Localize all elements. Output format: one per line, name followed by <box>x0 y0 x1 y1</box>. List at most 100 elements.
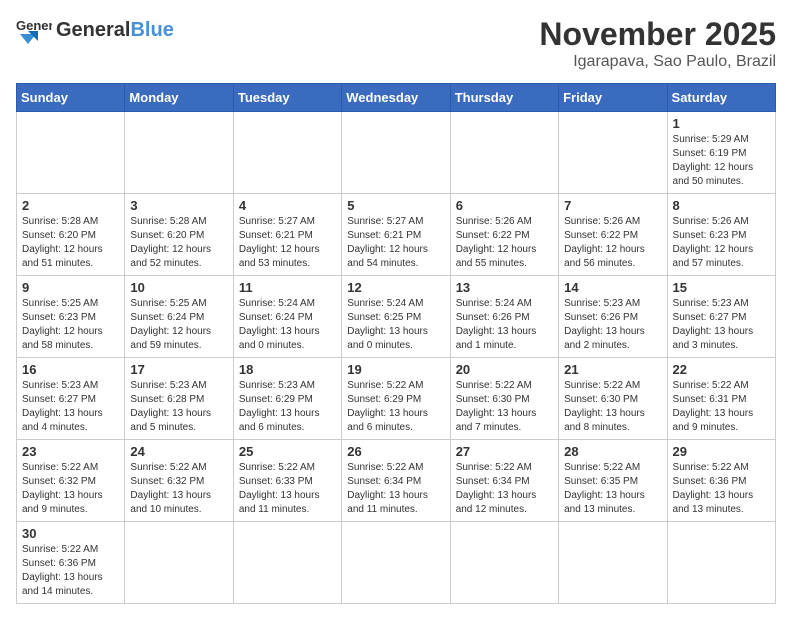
calendar-cell: 23 Sunrise: 5:22 AM Sunset: 6:32 PM Dayli… <box>17 440 125 522</box>
day-number: 28 <box>564 444 661 459</box>
day-number: 30 <box>22 526 119 541</box>
day-number: 20 <box>456 362 553 377</box>
day-info: Sunrise: 5:22 AM Sunset: 6:29 PM Dayligh… <box>347 379 444 435</box>
day-number: 23 <box>22 444 119 459</box>
day-number: 14 <box>564 280 661 295</box>
calendar-cell: 12 Sunrise: 5:24 AM Sunset: 6:25 PM Dayli… <box>342 276 450 358</box>
day-info: Sunrise: 5:24 AM Sunset: 6:26 PM Dayligh… <box>456 297 553 353</box>
day-info: Sunrise: 5:22 AM Sunset: 6:30 PM Dayligh… <box>564 379 661 435</box>
calendar-cell: 29 Sunrise: 5:22 AM Sunset: 6:36 PM Dayli… <box>667 440 775 522</box>
day-number: 12 <box>347 280 444 295</box>
day-info: Sunrise: 5:22 AM Sunset: 6:32 PM Dayligh… <box>22 461 119 517</box>
weekday-header-thursday: Thursday <box>450 84 558 112</box>
day-info: Sunrise: 5:22 AM Sunset: 6:36 PM Dayligh… <box>22 543 119 599</box>
weekday-header-friday: Friday <box>559 84 667 112</box>
day-number: 15 <box>673 280 770 295</box>
weekday-header-wednesday: Wednesday <box>342 84 450 112</box>
day-number: 7 <box>564 198 661 213</box>
day-info: Sunrise: 5:25 AM Sunset: 6:24 PM Dayligh… <box>130 297 227 353</box>
day-number: 8 <box>673 198 770 213</box>
calendar-cell: 28Sunrise: 5:22 AM Sunset: 6:35 PM Dayli… <box>559 440 667 522</box>
calendar-cell: 22Sunrise: 5:22 AM Sunset: 6:31 PM Dayli… <box>667 358 775 440</box>
calendar-cell: 27 Sunrise: 5:22 AM Sunset: 6:34 PM Dayli… <box>450 440 558 522</box>
day-number: 11 <box>239 280 336 295</box>
day-info: Sunrise: 5:22 AM Sunset: 6:33 PM Dayligh… <box>239 461 336 517</box>
week-row-6: 30 Sunrise: 5:22 AM Sunset: 6:36 PM Dayli… <box>17 522 776 604</box>
calendar-cell: 10 Sunrise: 5:25 AM Sunset: 6:24 PM Dayli… <box>125 276 233 358</box>
day-info: Sunrise: 5:25 AM Sunset: 6:23 PM Dayligh… <box>22 297 119 353</box>
calendar-cell: 26Sunrise: 5:22 AM Sunset: 6:34 PM Dayli… <box>342 440 450 522</box>
week-row-3: 9 Sunrise: 5:25 AM Sunset: 6:23 PM Daylig… <box>17 276 776 358</box>
weekday-header-row: SundayMondayTuesdayWednesdayThursdayFrid… <box>17 84 776 112</box>
day-number: 6 <box>456 198 553 213</box>
calendar-cell <box>125 112 233 194</box>
day-info: Sunrise: 5:29 AM Sunset: 6:19 PM Dayligh… <box>673 133 770 189</box>
day-info: Sunrise: 5:24 AM Sunset: 6:24 PM Dayligh… <box>239 297 336 353</box>
day-info: Sunrise: 5:23 AM Sunset: 6:28 PM Dayligh… <box>130 379 227 435</box>
calendar-cell: 13Sunrise: 5:24 AM Sunset: 6:26 PM Dayli… <box>450 276 558 358</box>
day-number: 2 <box>22 198 119 213</box>
calendar-cell <box>559 112 667 194</box>
day-number: 10 <box>130 280 227 295</box>
calendar-cell: 15Sunrise: 5:23 AM Sunset: 6:27 PM Dayli… <box>667 276 775 358</box>
calendar-cell: 1Sunrise: 5:29 AM Sunset: 6:19 PM Daylig… <box>667 112 775 194</box>
calendar-cell: 25 Sunrise: 5:22 AM Sunset: 6:33 PM Dayli… <box>233 440 341 522</box>
day-info: Sunrise: 5:23 AM Sunset: 6:29 PM Dayligh… <box>239 379 336 435</box>
calendar-cell: 6Sunrise: 5:26 AM Sunset: 6:22 PM Daylig… <box>450 194 558 276</box>
calendar-cell <box>667 522 775 604</box>
title-area: November 2025 Igarapava, Sao Paulo, Braz… <box>539 16 776 71</box>
day-number: 3 <box>130 198 227 213</box>
calendar-cell: 20 Sunrise: 5:22 AM Sunset: 6:30 PM Dayli… <box>450 358 558 440</box>
day-info: Sunrise: 5:22 AM Sunset: 6:32 PM Dayligh… <box>130 461 227 517</box>
calendar-cell: 21Sunrise: 5:22 AM Sunset: 6:30 PM Dayli… <box>559 358 667 440</box>
day-number: 25 <box>239 444 336 459</box>
calendar-cell: 9 Sunrise: 5:25 AM Sunset: 6:23 PM Daylig… <box>17 276 125 358</box>
header: General GeneralBlue November 2025 Igarap… <box>16 16 776 71</box>
day-number: 24 <box>130 444 227 459</box>
weekday-header-saturday: Saturday <box>667 84 775 112</box>
day-info: Sunrise: 5:23 AM Sunset: 6:26 PM Dayligh… <box>564 297 661 353</box>
calendar-table: SundayMondayTuesdayWednesdayThursdayFrid… <box>16 83 776 604</box>
day-info: Sunrise: 5:28 AM Sunset: 6:20 PM Dayligh… <box>130 215 227 271</box>
week-row-2: 2 Sunrise: 5:28 AM Sunset: 6:20 PM Daylig… <box>17 194 776 276</box>
day-info: Sunrise: 5:27 AM Sunset: 6:21 PM Dayligh… <box>239 215 336 271</box>
calendar-cell: 7 Sunrise: 5:26 AM Sunset: 6:22 PM Daylig… <box>559 194 667 276</box>
day-info: Sunrise: 5:26 AM Sunset: 6:22 PM Dayligh… <box>564 215 661 271</box>
calendar-cell <box>342 522 450 604</box>
weekday-header-monday: Monday <box>125 84 233 112</box>
day-number: 16 <box>22 362 119 377</box>
general-blue-logo-icon: General <box>16 16 52 44</box>
day-info: Sunrise: 5:24 AM Sunset: 6:25 PM Dayligh… <box>347 297 444 353</box>
day-info: Sunrise: 5:22 AM Sunset: 6:36 PM Dayligh… <box>673 461 770 517</box>
calendar-cell: 2Sunrise: 5:28 AM Sunset: 6:20 PM Daylig… <box>17 194 125 276</box>
day-number: 18 <box>239 362 336 377</box>
weekday-header-sunday: Sunday <box>17 84 125 112</box>
day-number: 17 <box>130 362 227 377</box>
logo: General GeneralBlue <box>16 16 174 44</box>
day-number: 19 <box>347 362 444 377</box>
day-number: 29 <box>673 444 770 459</box>
day-info: Sunrise: 5:23 AM Sunset: 6:27 PM Dayligh… <box>22 379 119 435</box>
calendar-cell: 11 Sunrise: 5:24 AM Sunset: 6:24 PM Dayli… <box>233 276 341 358</box>
svg-text:General: General <box>16 18 52 33</box>
day-number: 26 <box>347 444 444 459</box>
day-info: Sunrise: 5:22 AM Sunset: 6:30 PM Dayligh… <box>456 379 553 435</box>
calendar-cell: 16 Sunrise: 5:23 AM Sunset: 6:27 PM Dayli… <box>17 358 125 440</box>
calendar-cell: 19 Sunrise: 5:22 AM Sunset: 6:29 PM Dayli… <box>342 358 450 440</box>
calendar-cell: 5Sunrise: 5:27 AM Sunset: 6:21 PM Daylig… <box>342 194 450 276</box>
day-info: Sunrise: 5:26 AM Sunset: 6:23 PM Dayligh… <box>673 215 770 271</box>
weekday-header-tuesday: Tuesday <box>233 84 341 112</box>
calendar-cell <box>559 522 667 604</box>
calendar-cell: 17 Sunrise: 5:23 AM Sunset: 6:28 PM Dayli… <box>125 358 233 440</box>
calendar-cell <box>342 112 450 194</box>
calendar-cell: 4Sunrise: 5:27 AM Sunset: 6:21 PM Daylig… <box>233 194 341 276</box>
day-info: Sunrise: 5:22 AM Sunset: 6:34 PM Dayligh… <box>456 461 553 517</box>
calendar-cell <box>233 112 341 194</box>
day-number: 5 <box>347 198 444 213</box>
calendar-cell <box>17 112 125 194</box>
calendar-cell: 3 Sunrise: 5:28 AM Sunset: 6:20 PM Daylig… <box>125 194 233 276</box>
day-number: 9 <box>22 280 119 295</box>
calendar-cell: 8 Sunrise: 5:26 AM Sunset: 6:23 PM Daylig… <box>667 194 775 276</box>
week-row-5: 23 Sunrise: 5:22 AM Sunset: 6:32 PM Dayli… <box>17 440 776 522</box>
day-number: 27 <box>456 444 553 459</box>
